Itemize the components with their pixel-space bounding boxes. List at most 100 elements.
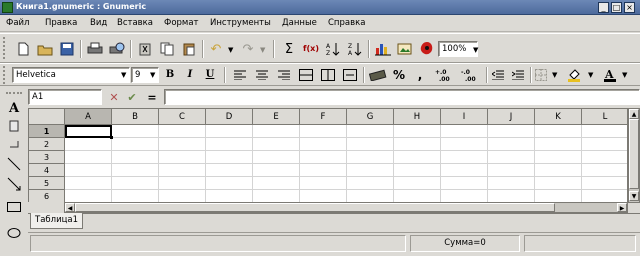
spreadsheet-grid[interactable]: A B C D E F G H I J K L 1 2 3 4 5 6: [28, 108, 628, 203]
column-header-h[interactable]: H: [394, 109, 441, 125]
button-tool-icon[interactable]: [6, 136, 22, 152]
thousands-separator-button[interactable]: ,: [414, 67, 426, 83]
merge-cells-icon[interactable]: [298, 67, 314, 83]
undo-dropdown-icon[interactable]: ▼: [228, 46, 233, 54]
ellipse-tool-icon[interactable]: [6, 226, 22, 240]
maximize-button[interactable]: □: [611, 2, 622, 13]
close-button[interactable]: ×: [624, 2, 635, 13]
chart-icon[interactable]: [374, 40, 392, 58]
underline-button[interactable]: U: [202, 67, 218, 83]
sheet-tab[interactable]: Таблица1: [30, 213, 84, 229]
vertical-scrollbar[interactable]: ▲ ▼: [628, 108, 640, 203]
column-header-k[interactable]: K: [535, 109, 582, 125]
copy-icon[interactable]: [158, 40, 176, 58]
column-header-d[interactable]: D: [206, 109, 253, 125]
minimize-button[interactable]: _: [598, 2, 609, 13]
menu-tools[interactable]: Инструменты: [210, 18, 271, 28]
italic-button[interactable]: I: [182, 67, 198, 83]
currency-format-icon[interactable]: [368, 67, 388, 83]
arrow-tool-icon[interactable]: [6, 176, 22, 192]
column-header-e[interactable]: E: [253, 109, 300, 125]
menu-help[interactable]: Справка: [328, 18, 365, 28]
print-preview-icon[interactable]: [108, 40, 126, 58]
zoom-field[interactable]: 100%: [438, 41, 478, 57]
decrease-indent-icon[interactable]: [490, 67, 506, 83]
align-center-icon[interactable]: [254, 67, 270, 83]
new-file-icon[interactable]: [14, 40, 32, 58]
increase-decimal-icon[interactable]: +.0.00: [434, 67, 456, 83]
scroll-right-arrow-icon[interactable]: ▶: [617, 203, 627, 212]
menu-file[interactable]: Файл: [6, 18, 29, 28]
fill-color-dropdown-icon[interactable]: ▼: [588, 71, 593, 79]
column-header-g[interactable]: G: [347, 109, 394, 125]
accept-edit-icon[interactable]: ✔: [124, 89, 140, 105]
column-header-c[interactable]: C: [159, 109, 206, 125]
borders-dropdown-icon[interactable]: ▼: [552, 71, 557, 79]
frame-tool-icon[interactable]: [6, 118, 22, 134]
line-tool-icon[interactable]: [6, 156, 22, 172]
horizontal-scrollbar[interactable]: ◀ ▶: [64, 202, 628, 213]
menu-view[interactable]: Вид: [90, 18, 107, 28]
increase-indent-icon[interactable]: [510, 67, 526, 83]
vertical-scroll-thumb[interactable]: [629, 119, 639, 189]
column-header-b[interactable]: B: [112, 109, 159, 125]
font-color-icon[interactable]: A: [602, 67, 618, 83]
save-icon[interactable]: [58, 40, 76, 58]
paste-icon[interactable]: [180, 40, 198, 58]
horizontal-scroll-thumb[interactable]: [75, 203, 555, 212]
font-size-dropdown-icon[interactable]: ▼: [150, 71, 155, 79]
row-header-2[interactable]: 2: [29, 138, 65, 151]
scroll-left-arrow-icon[interactable]: ◀: [65, 203, 75, 212]
menu-format[interactable]: Формат: [164, 18, 199, 28]
autosum-icon[interactable]: Σ: [280, 40, 298, 58]
open-folder-icon[interactable]: [36, 40, 54, 58]
align-right-icon[interactable]: [276, 67, 292, 83]
column-header-f[interactable]: F: [300, 109, 347, 125]
percent-button[interactable]: %: [390, 67, 408, 83]
toolbar-grip[interactable]: [6, 92, 22, 95]
column-header-j[interactable]: J: [488, 109, 535, 125]
undo-icon[interactable]: ↶: [208, 40, 224, 58]
row-header-1[interactable]: 1: [29, 125, 65, 138]
gnumeric-object-icon[interactable]: [418, 40, 436, 58]
column-header-i[interactable]: I: [441, 109, 488, 125]
split-cells-icon[interactable]: [342, 67, 358, 83]
sort-ascending-icon[interactable]: AZ: [324, 40, 342, 58]
row-header-3[interactable]: 3: [29, 151, 65, 164]
redo-dropdown-icon[interactable]: ▼: [260, 46, 265, 54]
fill-handle[interactable]: [110, 136, 113, 139]
select-all-corner[interactable]: [29, 109, 65, 125]
function-icon[interactable]: f(x): [302, 40, 320, 58]
row-header-4[interactable]: 4: [29, 164, 65, 177]
font-name-field[interactable]: Helvetica: [12, 67, 130, 83]
font-color-dropdown-icon[interactable]: ▼: [622, 71, 627, 79]
window-title-bar[interactable]: Книга1.gnumeric : Gnumeric _ □ ×: [0, 0, 640, 15]
print-icon[interactable]: [86, 40, 104, 58]
bold-button[interactable]: B: [162, 67, 178, 83]
selected-cell-a1[interactable]: [65, 125, 112, 138]
insert-image-icon[interactable]: [396, 40, 414, 58]
rectangle-tool-icon[interactable]: [6, 200, 22, 214]
column-header-a[interactable]: A: [65, 109, 112, 125]
cut-icon[interactable]: [136, 40, 154, 58]
cell-reference-field[interactable]: A1: [28, 89, 102, 105]
menu-edit[interactable]: Правка: [45, 18, 77, 28]
redo-icon[interactable]: ↷: [240, 40, 256, 58]
font-name-dropdown-icon[interactable]: ▼: [121, 71, 126, 79]
enter-formula-button[interactable]: =: [144, 89, 160, 105]
scroll-up-arrow-icon[interactable]: ▲: [629, 109, 639, 119]
menu-insert[interactable]: Вставка: [117, 18, 153, 28]
zoom-dropdown-icon[interactable]: ▼: [473, 46, 478, 54]
toolbar-grip[interactable]: [3, 66, 7, 84]
fill-color-icon[interactable]: [566, 67, 582, 83]
column-header-l[interactable]: L: [582, 109, 627, 125]
cancel-edit-icon[interactable]: ✕: [106, 89, 122, 105]
sort-descending-icon[interactable]: ZA: [346, 40, 364, 58]
formula-input[interactable]: [164, 89, 640, 105]
scroll-down-arrow-icon[interactable]: ▼: [629, 191, 639, 201]
center-across-icon[interactable]: [320, 67, 336, 83]
align-left-icon[interactable]: [232, 67, 248, 83]
toolbar-grip[interactable]: [3, 37, 7, 59]
row-header-5[interactable]: 5: [29, 177, 65, 190]
label-tool-icon[interactable]: A: [6, 100, 22, 116]
